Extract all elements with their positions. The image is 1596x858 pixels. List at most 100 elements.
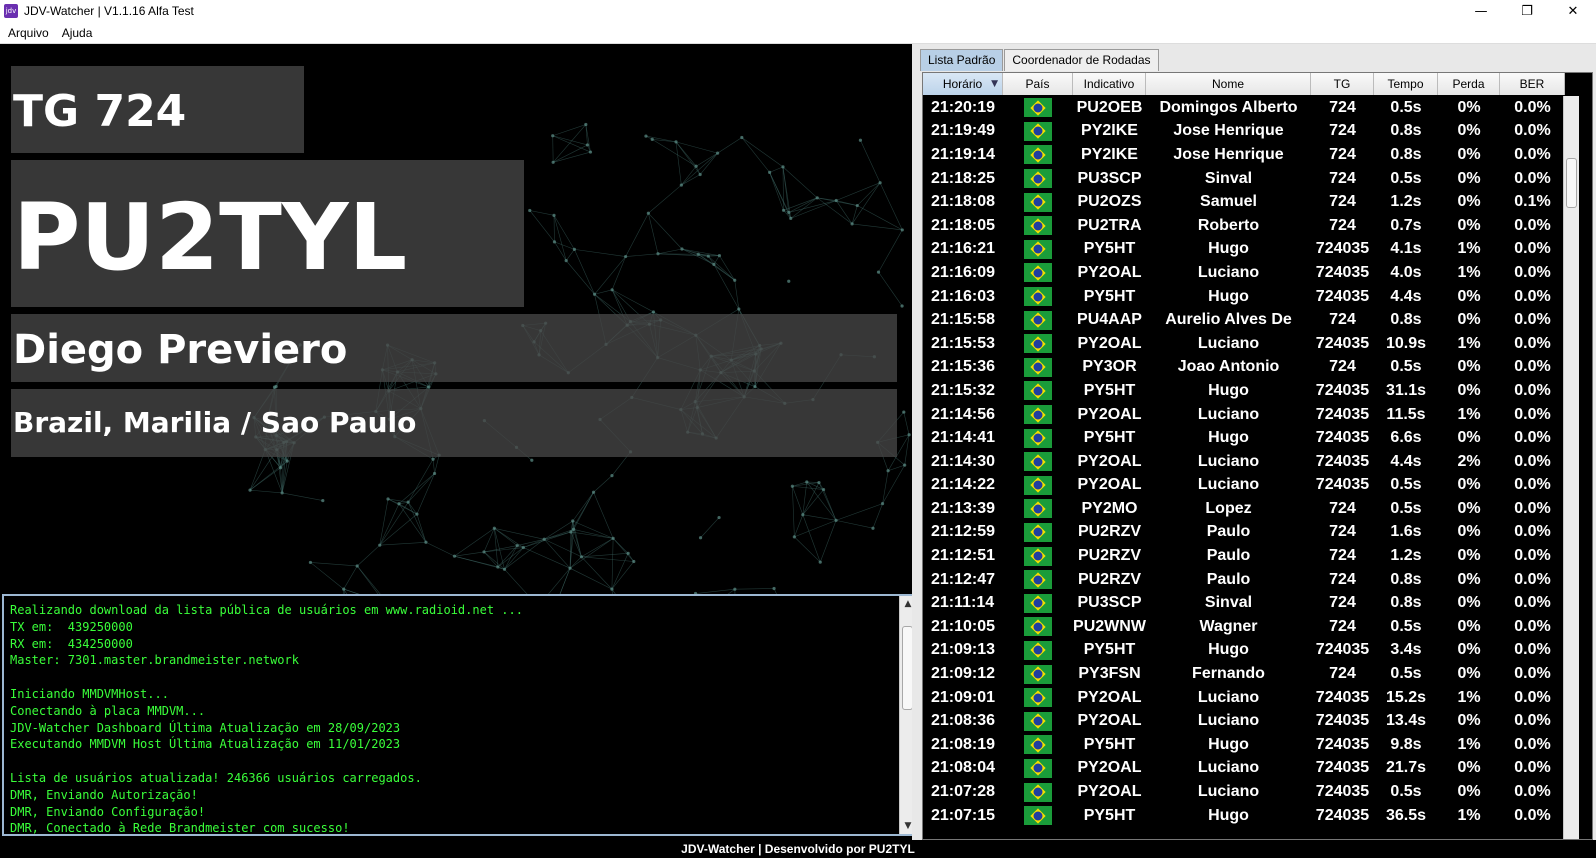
- table-row[interactable]: 21:15:36 PY3OR Joao Antonio 724 0.5s 0% 0.0%: [923, 356, 1565, 380]
- cell-tg: 724035: [1315, 429, 1370, 447]
- cell-horário: 21:12:47: [931, 570, 996, 588]
- console-line: Master: 7301.master.brandmeister.network: [10, 653, 299, 668]
- close-icon[interactable]: ✕: [1550, 0, 1596, 22]
- cell-tempo: 0.5s: [1390, 665, 1422, 683]
- menu-bar: Arquivo Ajuda: [0, 22, 1596, 44]
- column-header[interactable]: Indicativo: [1073, 73, 1146, 95]
- cell-tempo: 0.5s: [1390, 98, 1422, 116]
- cell-tg: 724: [1329, 98, 1356, 116]
- cell-nome: Hugo: [1208, 381, 1249, 399]
- cell-indicativo: PY2MO: [1081, 499, 1138, 517]
- cell-ber: 0.0%: [1514, 358, 1551, 376]
- cell-nome: Joao Antonio: [1177, 358, 1280, 376]
- table-row[interactable]: 21:13:39 PY2MO Lopez 724 0.5s 0% 0.0%: [923, 497, 1565, 521]
- last-heard-table: Horário ▼ País Indicativo Nome TG Tempo Perda BE…: [922, 72, 1593, 840]
- table-scroll-thumb[interactable]: [1566, 158, 1577, 208]
- table-row[interactable]: 21:11:14 PU3SCP Sinval 724 0.8s 0% 0.0%: [923, 591, 1565, 615]
- table-row[interactable]: 21:07:15 PY5HT Hugo 724035 36.5s 1% 0.0%: [923, 804, 1565, 828]
- cell-tempo: 11.5s: [1386, 405, 1426, 423]
- table-row[interactable]: 21:15:53 PY2OAL Luciano 724035 10.9s 1% 0.0%: [923, 332, 1565, 356]
- table-row[interactable]: 21:19:14 PY2IKE Jose Henrique 724 0.8s 0% 0.0%: [923, 143, 1565, 167]
- cell-horário: 21:07:15: [931, 806, 996, 824]
- brazil-flag-icon: [1003, 617, 1073, 637]
- cell-ber: 0.0%: [1514, 122, 1551, 140]
- table-row[interactable]: 21:10:05 PU2WNW Wagner 724 0.5s 0% 0.0%: [923, 615, 1565, 639]
- column-header[interactable]: País: [1003, 73, 1073, 95]
- maximize-icon[interactable]: ❐: [1504, 0, 1550, 22]
- cell-tg: 724035: [1315, 806, 1370, 824]
- table-row[interactable]: 21:08:19 PY5HT Hugo 724035 9.8s 1% 0.0%: [923, 733, 1565, 757]
- table-row[interactable]: 21:09:13 PY5HT Hugo 724035 3.4s 0% 0.0%: [923, 639, 1565, 663]
- brazil-flag-icon: [1003, 735, 1073, 755]
- cell-perda: 0%: [1457, 594, 1481, 612]
- column-header[interactable]: TG: [1311, 73, 1374, 95]
- cell-indicativo: PY2IKE: [1081, 145, 1138, 163]
- log-console[interactable]: Realizando download da lista pública de …: [2, 594, 917, 836]
- tab-lista-padrao[interactable]: Lista Padrão: [920, 49, 1004, 71]
- table-row[interactable]: 21:16:03 PY5HT Hugo 724035 4.4s 0% 0.0%: [923, 285, 1565, 309]
- column-header[interactable]: Horário ▼: [923, 73, 1003, 95]
- table-row[interactable]: 21:16:09 PY2OAL Luciano 724035 4.0s 1% 0.0%: [923, 261, 1565, 285]
- column-header[interactable]: Nome: [1146, 73, 1311, 95]
- table-row[interactable]: 21:14:41 PY5HT Hugo 724035 6.6s 0% 0.0%: [923, 426, 1565, 450]
- cell-tg: 724: [1329, 358, 1356, 376]
- table-row[interactable]: 21:14:56 PY2OAL Luciano 724035 11.5s 1% 0.0%: [923, 403, 1565, 427]
- brazil-flag-icon: [1003, 216, 1073, 236]
- cell-ber: 0.0%: [1514, 499, 1551, 517]
- cell-nome: Hugo: [1208, 806, 1249, 824]
- column-header[interactable]: Perda: [1438, 73, 1500, 95]
- table-row[interactable]: 21:09:01 PY2OAL Luciano 724035 15.2s 1% 0.0%: [923, 686, 1565, 710]
- brazil-flag-icon: [1003, 405, 1073, 425]
- cell-tg: 724: [1329, 665, 1356, 683]
- table-row[interactable]: 21:12:47 PU2RZV Paulo 724 0.8s 0% 0.0%: [923, 568, 1565, 592]
- table-row[interactable]: 21:18:05 PU2TRA Roberto 724 0.7s 0% 0.0%: [923, 214, 1565, 238]
- cell-horário: 21:07:28: [931, 783, 996, 801]
- cell-ber: 0.0%: [1514, 334, 1551, 352]
- menu-arquivo[interactable]: Arquivo: [3, 26, 54, 40]
- cell-nome: Luciano: [1197, 783, 1260, 801]
- cell-nome: Luciano: [1197, 263, 1260, 281]
- tg-block: TG 724: [11, 66, 304, 153]
- cell-perda: 1%: [1457, 688, 1481, 706]
- cell-ber: 0.0%: [1514, 617, 1551, 635]
- table-row[interactable]: 21:16:21 PY5HT Hugo 724035 4.1s 1% 0.0%: [923, 238, 1565, 262]
- table-row[interactable]: 21:12:59 PU2RZV Paulo 724 1.6s 0% 0.0%: [923, 521, 1565, 545]
- cell-tempo: 31.1s: [1385, 381, 1427, 399]
- table-row[interactable]: 21:15:58 PU4AAP Aurelio Alves De 724 0.8s 0% 0…: [923, 308, 1565, 332]
- name-block: Diego Previero: [11, 314, 897, 382]
- brazil-flag-icon: [1003, 239, 1073, 259]
- table-row[interactable]: 21:19:49 PY2IKE Jose Henrique 724 0.8s 0% 0.0%: [923, 120, 1565, 144]
- cell-tempo: 0.8s: [1390, 311, 1422, 329]
- table-row[interactable]: 21:14:22 PY2OAL Luciano 724035 0.5s 0% 0.0%: [923, 474, 1565, 498]
- cell-tempo: 0.5s: [1390, 617, 1422, 635]
- table-row[interactable]: 21:12:51 PU2RZV Paulo 724 1.2s 0% 0.0%: [923, 544, 1565, 568]
- table-row[interactable]: 21:15:32 PY5HT Hugo 724035 31.1s 0% 0.0%: [923, 379, 1565, 403]
- cell-horário: 21:14:56: [931, 405, 996, 423]
- table-row[interactable]: 21:14:30 PY2OAL Luciano 724035 4.4s 2% 0.0%: [923, 450, 1565, 474]
- minimize-icon[interactable]: —: [1458, 0, 1504, 22]
- cell-tg: 724035: [1315, 240, 1370, 258]
- table-scrollbar[interactable]: [1563, 96, 1579, 839]
- table-row[interactable]: 21:20:19 PU2OEB Domingos Alberto 724 0.5s 0% 0…: [923, 96, 1565, 120]
- table-row[interactable]: 21:08:04 PY2OAL Luciano 724035 21.7s 0% 0.0%: [923, 757, 1565, 781]
- brazil-flag-icon: [1003, 593, 1073, 613]
- cell-tempo: 0.8s: [1390, 594, 1422, 612]
- column-header[interactable]: Tempo: [1374, 73, 1438, 95]
- table-row[interactable]: 21:18:08 PU2OZS Samuel 724 1.2s 0% 0.1%: [923, 190, 1565, 214]
- cell-ber: 0.0%: [1514, 523, 1551, 541]
- cell-nome: Luciano: [1197, 688, 1260, 706]
- tab-coordenador-rodadas[interactable]: Coordenador de Rodadas: [1004, 49, 1159, 71]
- table-row[interactable]: 21:08:36 PY2OAL Luciano 724035 13.4s 0% 0.0%: [923, 709, 1565, 733]
- cell-tg: 724: [1329, 193, 1356, 211]
- sort-desc-icon: ▼: [991, 79, 998, 89]
- column-header[interactable]: BER: [1500, 73, 1565, 95]
- brazil-flag-icon: [1003, 475, 1073, 495]
- cell-tg: 724035: [1315, 476, 1370, 494]
- table-row[interactable]: 21:18:25 PU3SCP Sinval 724 0.5s 0% 0.0%: [923, 167, 1565, 191]
- menu-ajuda[interactable]: Ajuda: [57, 26, 98, 40]
- cell-indicativo: PY2OAL: [1077, 452, 1142, 470]
- table-row[interactable]: 21:09:12 PY3FSN Fernando 724 0.5s 0% 0.0%: [923, 662, 1565, 686]
- table-row[interactable]: 21:07:28 PY2OAL Luciano 724035 0.5s 0% 0.0%: [923, 780, 1565, 804]
- brazil-flag-icon: [1003, 664, 1073, 684]
